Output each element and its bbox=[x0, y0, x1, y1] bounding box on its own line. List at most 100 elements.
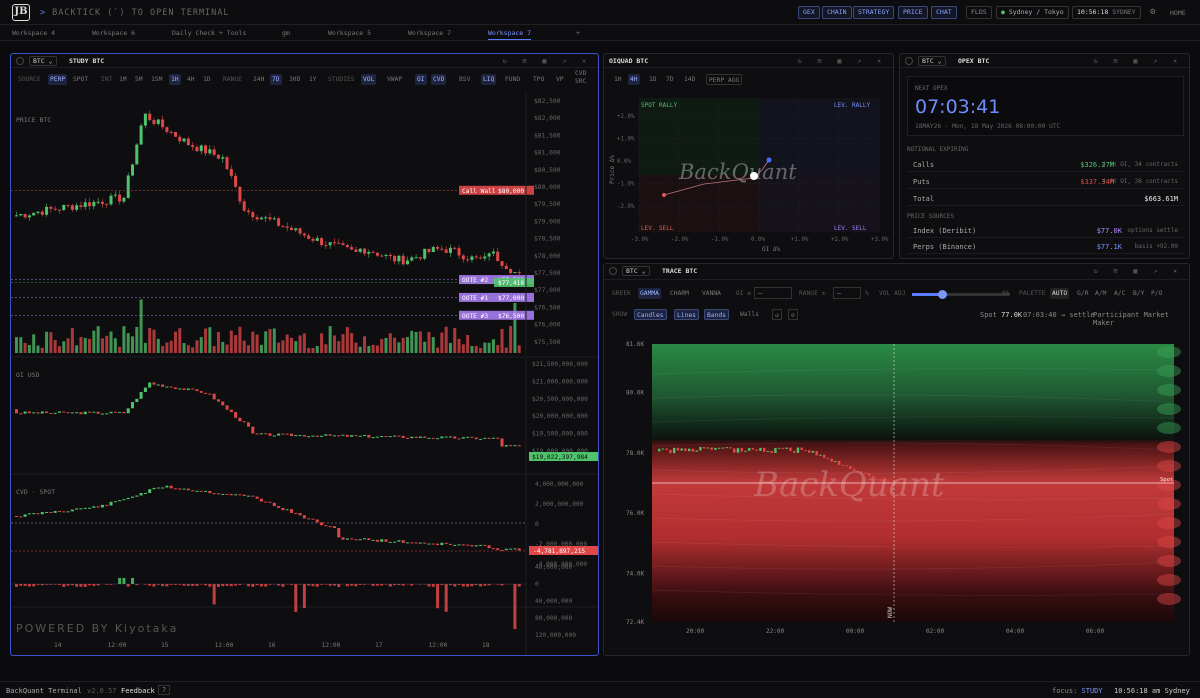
study-fund[interactable]: FUND bbox=[503, 74, 522, 85]
show-walls[interactable]: Walls bbox=[738, 309, 761, 320]
chain-button[interactable]: CHAIN bbox=[822, 6, 852, 19]
settings-icon[interactable]: ⊙ bbox=[788, 309, 798, 320]
trace-candle bbox=[691, 448, 695, 452]
study-vwap[interactable]: VWAP bbox=[385, 74, 404, 85]
oiquad-1h[interactable]: 1H bbox=[612, 74, 624, 85]
trace-candle bbox=[819, 454, 822, 456]
palette-am[interactable]: A/M bbox=[1093, 288, 1108, 299]
symbol-select[interactable]: BTC ⌄ bbox=[29, 56, 57, 66]
source-spot[interactable]: SPOT bbox=[71, 74, 90, 85]
palette-auto[interactable]: AUTO bbox=[1050, 288, 1070, 299]
candle bbox=[66, 204, 70, 206]
cvd-candle bbox=[53, 511, 57, 513]
oi-candle bbox=[40, 411, 44, 414]
int-4h[interactable]: 4H bbox=[185, 74, 197, 85]
panel-actions[interactable]: ↻ ⊟ ▦ ↗ ✕ bbox=[1094, 267, 1183, 275]
oiquad-14d[interactable]: 14D bbox=[682, 74, 697, 85]
volume-bar bbox=[53, 340, 57, 353]
palette-ac[interactable]: A/C bbox=[1112, 288, 1127, 299]
strategy-button[interactable]: STRATEGY bbox=[853, 6, 895, 19]
oiquad-7d[interactable]: 7D bbox=[664, 74, 676, 85]
study-bsv[interactable]: BSV bbox=[457, 74, 472, 85]
new-tab-button[interactable]: + bbox=[576, 29, 580, 37]
oi-candle bbox=[234, 412, 238, 418]
symbol-select[interactable]: BTC ⌄ bbox=[918, 56, 946, 66]
candle bbox=[169, 131, 173, 133]
greek-charm[interactable]: CHARM bbox=[668, 288, 691, 299]
symbol-select[interactable]: BTC ⌄ bbox=[622, 266, 650, 276]
study-vp[interactable]: VP bbox=[554, 74, 566, 85]
int-1d[interactable]: 1D bbox=[201, 74, 213, 85]
show-candles[interactable]: Candles bbox=[634, 309, 667, 320]
volume-bar bbox=[363, 336, 367, 353]
terminal-hint[interactable]: > BACKTICK (`) TO OPEN TERMINAL bbox=[40, 8, 230, 18]
oiquad-1d[interactable]: 1D bbox=[647, 74, 659, 85]
palette-by[interactable]: B/Y bbox=[1131, 288, 1146, 299]
cvd-candle bbox=[393, 541, 397, 543]
chat-button[interactable]: CHAT bbox=[931, 6, 957, 19]
tab-workspace-5[interactable]: Workspace 5 bbox=[328, 29, 371, 37]
range-7d[interactable]: 7D bbox=[270, 74, 282, 85]
volume-bar bbox=[401, 337, 405, 353]
greek-gamma[interactable]: GAMMA bbox=[638, 288, 661, 299]
tab-daily-check[interactable]: Daily Check + Tools bbox=[172, 29, 246, 37]
tab-workspace-7a[interactable]: Workspace 7 bbox=[408, 29, 451, 37]
greek-vanna[interactable]: VANNA bbox=[700, 288, 723, 299]
trace-candle bbox=[658, 448, 661, 452]
study-tpo[interactable]: TPO bbox=[531, 74, 546, 85]
show-lines[interactable]: Lines bbox=[674, 309, 699, 320]
int-5m[interactable]: 5M bbox=[133, 74, 145, 85]
oi-filter-input[interactable]: — bbox=[754, 287, 792, 299]
oiquad-perp-agg[interactable]: PERP AGG bbox=[706, 74, 743, 85]
tab-workspace-7b[interactable]: Workspace 7 bbox=[488, 29, 532, 40]
int-1m[interactable]: 1M bbox=[117, 74, 129, 85]
study-oi[interactable]: OI bbox=[415, 74, 427, 85]
help-button[interactable]: ? bbox=[158, 685, 171, 695]
liq-bar bbox=[440, 584, 444, 585]
flds-button[interactable]: FLDS bbox=[966, 6, 992, 19]
app-logo[interactable]: JB bbox=[12, 4, 30, 21]
gex-button[interactable]: GEX bbox=[798, 6, 820, 19]
palette-po[interactable]: P/O bbox=[1149, 288, 1164, 299]
oi-candle bbox=[79, 412, 83, 415]
show-bands[interactable]: Bands bbox=[704, 309, 729, 320]
volume-bar bbox=[156, 338, 160, 353]
voladj-slider[interactable] bbox=[912, 290, 1010, 299]
study-cvd-src[interactable]: CVD SRC bbox=[573, 70, 598, 85]
cvd-candle bbox=[66, 511, 70, 513]
source-perp[interactable]: PERP bbox=[48, 74, 68, 85]
panel-actions[interactable]: ↻ ⊟ ▦ ↗ ✕ bbox=[798, 57, 887, 65]
volume-bar bbox=[88, 338, 92, 353]
cvd-candle bbox=[70, 509, 74, 512]
study-cvd[interactable]: CVD bbox=[431, 74, 447, 85]
range-input[interactable]: — bbox=[833, 287, 861, 299]
panel-actions[interactable]: ↻ ⊟ ▦ ↗ ✕ bbox=[1094, 57, 1183, 65]
gear-icon[interactable]: ⚙ bbox=[1150, 7, 1155, 17]
range-1y[interactable]: 1Y bbox=[307, 74, 319, 85]
oiquad-4h[interactable]: 4H bbox=[628, 74, 640, 85]
tab-workspace-4[interactable]: Workspace 4 bbox=[12, 29, 55, 37]
panel-link-icon[interactable] bbox=[16, 57, 24, 65]
tab-workspace-6[interactable]: Workspace 6 bbox=[92, 29, 135, 37]
quadrant-label-bl: LEV. SELL bbox=[641, 225, 674, 232]
int-1h[interactable]: 1H bbox=[169, 74, 181, 85]
panel-actions[interactable]: ↻ ⊟ ▦ ↗ ✕ bbox=[503, 57, 592, 65]
study-liq[interactable]: LIQ bbox=[481, 74, 497, 85]
tab-gm[interactable]: gm bbox=[282, 29, 290, 37]
session-indicator: ● Sydney / Tokyo bbox=[996, 6, 1069, 19]
panel-link-icon[interactable] bbox=[609, 267, 617, 275]
range-30d[interactable]: 30D bbox=[287, 74, 302, 85]
gamma-wall bbox=[1157, 346, 1181, 358]
price-button[interactable]: PRICE bbox=[898, 6, 928, 19]
int-15m[interactable]: 15M bbox=[149, 74, 164, 85]
reset-icon[interactable]: ↺ bbox=[772, 309, 782, 320]
palette-gr[interactable]: G/R bbox=[1075, 288, 1090, 299]
slider-handle[interactable] bbox=[938, 290, 947, 299]
row-detail: 4.4K OI, 38 contracts bbox=[1102, 178, 1178, 185]
volume-bar bbox=[143, 342, 147, 353]
feedback-link[interactable]: Feedback bbox=[121, 687, 155, 695]
range-24h[interactable]: 24H bbox=[251, 74, 266, 85]
panel-link-icon[interactable] bbox=[905, 57, 913, 65]
home-link[interactable]: HOME bbox=[1170, 9, 1186, 17]
study-vol[interactable]: VOL bbox=[361, 74, 377, 85]
